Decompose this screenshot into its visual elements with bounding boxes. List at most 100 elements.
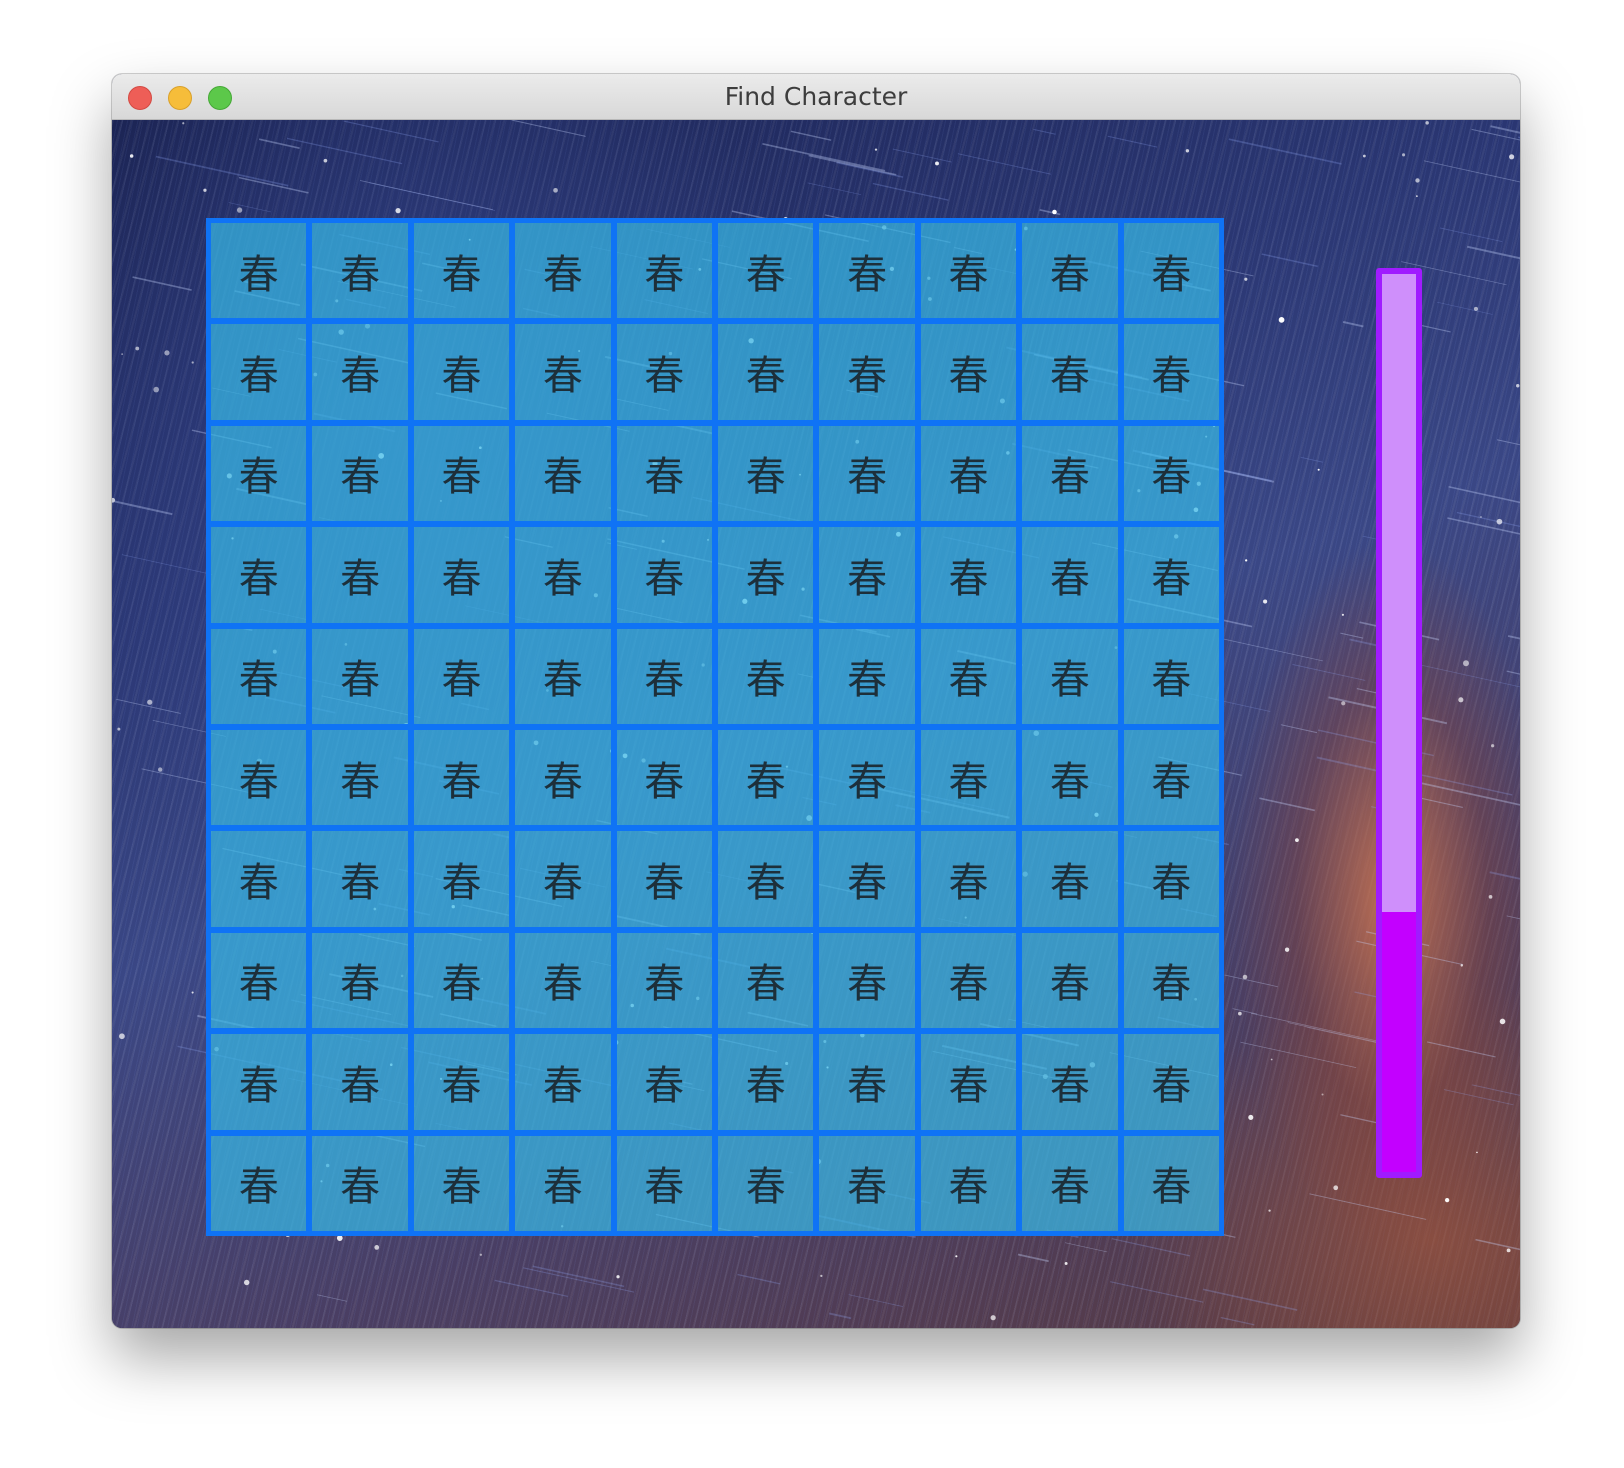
character-tile[interactable]: 春: [1017, 319, 1123, 425]
character-tile[interactable]: 春: [915, 1029, 1022, 1135]
character-tile[interactable]: 春: [1118, 1029, 1224, 1135]
character-tile[interactable]: 春: [408, 218, 515, 324]
character-tile[interactable]: 春: [814, 826, 920, 932]
character-tile[interactable]: 春: [307, 319, 413, 425]
character-tile[interactable]: 春: [206, 623, 312, 729]
character-tile[interactable]: 春: [206, 420, 312, 527]
character-tile[interactable]: 春: [307, 1130, 413, 1236]
character-tile[interactable]: 春: [206, 218, 312, 324]
character-tile[interactable]: 春: [814, 927, 920, 1034]
character-tile[interactable]: 春: [915, 623, 1022, 729]
character-tile[interactable]: 春: [510, 420, 616, 527]
character-tile[interactable]: 春: [713, 319, 819, 425]
character-tile[interactable]: 春: [915, 826, 1022, 932]
character-tile[interactable]: 春: [206, 927, 312, 1034]
character-tile[interactable]: 春: [206, 522, 312, 628]
character-tile[interactable]: 春: [611, 522, 717, 628]
character-tile[interactable]: 春: [408, 826, 515, 932]
character-tile[interactable]: 春: [408, 522, 515, 628]
character-tile[interactable]: 春: [307, 218, 413, 324]
character-tile[interactable]: 春: [713, 826, 819, 932]
character-tile[interactable]: 春: [611, 319, 717, 425]
character-tile[interactable]: 春: [307, 420, 413, 527]
character-tile[interactable]: 春: [713, 1130, 819, 1236]
character-tile[interactable]: 春: [611, 826, 717, 932]
character-tile[interactable]: 春: [1017, 623, 1123, 729]
character-tile[interactable]: 春: [307, 623, 413, 729]
character-tile[interactable]: 春: [510, 522, 616, 628]
character-tile[interactable]: 春: [307, 522, 413, 628]
character-tile[interactable]: 春: [206, 319, 312, 425]
character-tile[interactable]: 春: [915, 218, 1022, 324]
character-tile[interactable]: 春: [510, 1130, 616, 1236]
character-tile[interactable]: 春: [408, 319, 515, 425]
character-tile[interactable]: 春: [510, 218, 616, 324]
character-tile[interactable]: 春: [713, 725, 819, 831]
character-tile[interactable]: 春: [510, 319, 616, 425]
character-tile[interactable]: 春: [915, 1130, 1022, 1236]
character-tile[interactable]: 春: [1017, 927, 1123, 1034]
character-tile[interactable]: 春: [1017, 826, 1123, 932]
character-tile[interactable]: 春: [408, 420, 515, 527]
character-tile[interactable]: 春: [307, 1029, 413, 1135]
character-tile[interactable]: 春: [510, 927, 616, 1034]
character-tile[interactable]: 春: [1017, 1130, 1123, 1236]
character-tile[interactable]: 春: [408, 927, 515, 1034]
character-tile[interactable]: 春: [1118, 522, 1224, 628]
character-tile[interactable]: 春: [814, 1130, 920, 1236]
character-tile[interactable]: 春: [814, 725, 920, 831]
character-tile[interactable]: 春: [915, 319, 1022, 425]
title-bar[interactable]: Find Character: [112, 74, 1520, 120]
character-tile[interactable]: 春: [1118, 725, 1224, 831]
character-tile[interactable]: 春: [713, 420, 819, 527]
character-tile[interactable]: 春: [1118, 420, 1224, 527]
character-tile[interactable]: 春: [408, 1029, 515, 1135]
character-tile[interactable]: 春: [307, 826, 413, 932]
character-tile[interactable]: 春: [611, 218, 717, 324]
character-tile[interactable]: 春: [713, 927, 819, 1034]
character-tile[interactable]: 春: [814, 1029, 920, 1135]
character-tile[interactable]: 春: [1017, 420, 1123, 527]
character-tile[interactable]: 春: [307, 927, 413, 1034]
character-tile[interactable]: 春: [713, 522, 819, 628]
character-tile[interactable]: 春: [408, 623, 515, 729]
character-tile[interactable]: 春: [814, 319, 920, 425]
character-tile[interactable]: 春: [510, 1029, 616, 1135]
character-tile[interactable]: 春: [915, 927, 1022, 1034]
character-tile[interactable]: 春: [611, 1130, 717, 1236]
character-tile[interactable]: 春: [814, 522, 920, 628]
character-tile[interactable]: 春: [915, 420, 1022, 527]
character-tile[interactable]: 春: [408, 1130, 515, 1236]
character-tile[interactable]: 春: [713, 1029, 819, 1135]
character-tile[interactable]: 春: [1118, 218, 1224, 324]
character-tile[interactable]: 春: [206, 1029, 312, 1135]
character-tile[interactable]: 春: [510, 725, 616, 831]
character-tile[interactable]: 春: [1118, 319, 1224, 425]
character-tile[interactable]: 春: [1017, 725, 1123, 831]
character-tile[interactable]: 春: [611, 725, 717, 831]
character-tile[interactable]: 春: [206, 725, 312, 831]
character-tile[interactable]: 春: [408, 725, 515, 831]
character-tile[interactable]: 春: [611, 420, 717, 527]
character-tile[interactable]: 春: [814, 623, 920, 729]
character-tile[interactable]: 春: [611, 623, 717, 729]
character-tile[interactable]: 春: [1017, 218, 1123, 324]
character-tile[interactable]: 春: [915, 725, 1022, 831]
character-tile[interactable]: 春: [1017, 522, 1123, 628]
character-tile[interactable]: 春: [1118, 1130, 1224, 1236]
character-tile[interactable]: 春: [510, 623, 616, 729]
character-tile[interactable]: 春: [611, 1029, 717, 1135]
character-tile[interactable]: 春: [1118, 927, 1224, 1034]
character-tile[interactable]: 春: [206, 1130, 312, 1236]
character-tile[interactable]: 春: [915, 522, 1022, 628]
character-tile[interactable]: 春: [814, 218, 920, 324]
character-tile[interactable]: 春: [814, 420, 920, 527]
character-tile[interactable]: 春: [307, 725, 413, 831]
character-tile[interactable]: 春: [1017, 1029, 1123, 1135]
character-tile[interactable]: 春: [1118, 623, 1224, 729]
character-tile[interactable]: 春: [611, 927, 717, 1034]
character-tile[interactable]: 春: [206, 826, 312, 932]
character-tile[interactable]: 春: [1118, 826, 1224, 932]
character-tile[interactable]: 春: [713, 623, 819, 729]
character-tile[interactable]: 春: [510, 826, 616, 932]
